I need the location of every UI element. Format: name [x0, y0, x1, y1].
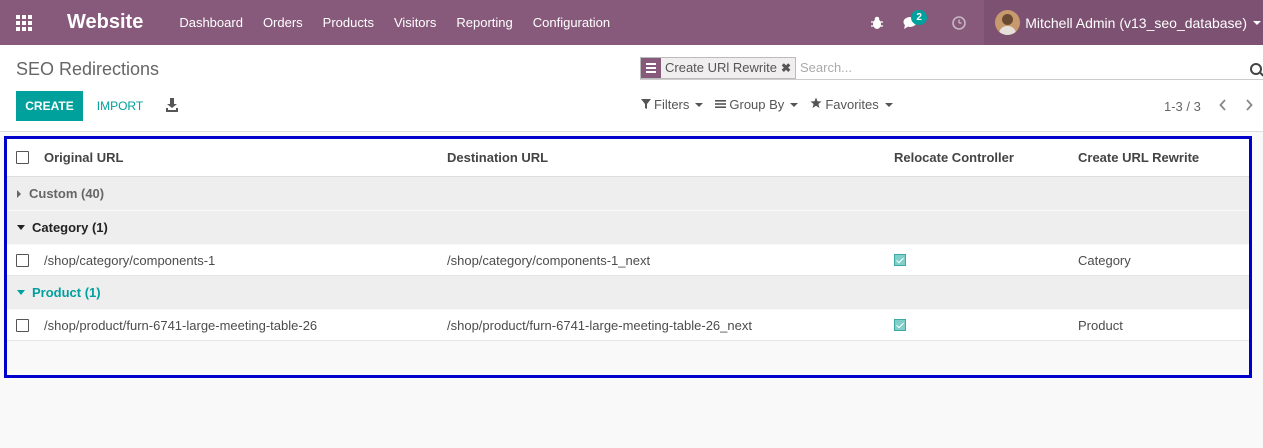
search-facet: Create URl Rewrite ✖ — [640, 56, 796, 79]
favorites-dropdown[interactable]: Favorites — [810, 97, 893, 112]
filters-label: Filters — [654, 97, 690, 112]
import-button[interactable]: IMPORT — [88, 91, 152, 121]
group-label: Custom (40) — [17, 186, 104, 201]
user-name: Mitchell Admin (v13_seo_database) — [1025, 14, 1247, 31]
download-icon[interactable] — [163, 95, 183, 115]
chevron-down-icon — [1253, 20, 1261, 25]
select-all-checkbox[interactable] — [16, 151, 29, 164]
caret-down-icon — [884, 102, 893, 107]
caret-down-icon — [695, 102, 704, 107]
messages-icon[interactable]: 2 — [894, 0, 928, 45]
list-bars-icon — [715, 98, 727, 112]
search-icon[interactable] — [1245, 59, 1263, 77]
row-checkbox[interactable] — [16, 253, 29, 267]
group-label: Product (1) — [17, 285, 101, 300]
original-url-cell: /shop/category/components-1 — [44, 252, 216, 268]
table-header: Original URL Destination URL Relocate Co… — [7, 139, 1249, 177]
page-title: SEO Redirections — [16, 59, 160, 79]
facet-remove-icon[interactable]: ✖ — [781, 58, 795, 78]
group-row-product[interactable]: Product (1) — [7, 276, 1249, 310]
destination-url-cell: /shop/category/components-1_next — [447, 252, 651, 268]
create-url-rewrite-cell: Category — [1078, 252, 1131, 268]
group-label-text: Product (1) — [32, 285, 101, 300]
group-label-text: Custom (40) — [29, 186, 105, 201]
activity-clock-icon[interactable] — [942, 0, 976, 45]
caret-down-icon — [17, 225, 25, 230]
column-header-destination-url[interactable]: Destination URL — [447, 150, 548, 165]
table-row[interactable]: /shop/product/furn-6741-large-meeting-ta… — [7, 310, 1249, 341]
relocate-controller-checkbox — [894, 319, 906, 331]
create-button[interactable]: CREATE — [16, 91, 83, 121]
facet-value: Create URl Rewrite — [665, 59, 777, 75]
column-header-original-url[interactable]: Original URL — [44, 150, 123, 165]
app-brand[interactable]: Website — [67, 11, 143, 34]
control-panel: SEO Redirections Create URl Rewrite ✖ CR… — [0, 45, 1263, 132]
top-navbar: Website Dashboard Orders Products Visito… — [0, 0, 1263, 45]
filter-funnel-icon — [641, 98, 651, 112]
apps-menu-icon[interactable] — [0, 0, 48, 45]
groupby-label: Group By — [729, 97, 785, 112]
column-header-create-url-rewrite[interactable]: Create URL Rewrite — [1078, 150, 1199, 165]
pager-value[interactable]: 1-3 / 3 — [1164, 99, 1201, 114]
destination-url-cell: /shop/product/furn-6741-large-meeting-ta… — [447, 317, 752, 333]
list-table: Original URL Destination URL Relocate Co… — [7, 139, 1249, 341]
caret-down-icon — [790, 102, 799, 107]
user-menu[interactable]: Mitchell Admin (v13_seo_database) — [984, 0, 1263, 45]
groupby-facet-icon — [641, 57, 661, 78]
messages-count-badge: 2 — [911, 10, 928, 25]
filters-dropdown[interactable]: Filters — [641, 97, 704, 112]
column-header-relocate-controller[interactable]: Relocate Controller — [894, 150, 1014, 165]
search-input[interactable] — [799, 60, 1245, 75]
group-row-custom[interactable]: Custom (40) — [7, 177, 1249, 211]
group-row-category[interactable]: Category (1) — [7, 211, 1249, 245]
search-view: Create URl Rewrite ✖ — [640, 56, 1263, 80]
create-url-rewrite-cell: Product — [1078, 317, 1123, 333]
debug-bug-icon[interactable] — [860, 0, 894, 45]
menu-item-visitors[interactable]: Visitors — [384, 0, 446, 45]
group-label-text: Category (1) — [32, 220, 108, 235]
favorites-label: Favorites — [825, 97, 879, 112]
menu-item-dashboard[interactable]: Dashboard — [169, 0, 253, 45]
caret-down-icon — [17, 290, 25, 295]
groupby-dropdown[interactable]: Group By — [715, 97, 799, 112]
avatar — [995, 10, 1021, 35]
caret-right-icon — [17, 189, 21, 198]
star-icon — [810, 97, 822, 112]
table-row[interactable]: /shop/category/components-1 /shop/catego… — [7, 245, 1249, 276]
row-checkbox[interactable] — [16, 318, 29, 332]
pager-next-icon[interactable] — [1239, 98, 1259, 115]
pager: 1-3 / 3 — [1164, 98, 1259, 115]
list-view-highlight: Original URL Destination URL Relocate Co… — [4, 136, 1252, 378]
menu-item-orders[interactable]: Orders — [253, 0, 313, 45]
menu-item-reporting[interactable]: Reporting — [446, 0, 522, 45]
search-options: Filters Group By Favorites — [641, 97, 905, 112]
pager-previous-icon[interactable] — [1213, 98, 1233, 115]
menu-item-configuration[interactable]: Configuration — [523, 0, 620, 45]
main-menu: Dashboard Orders Products Visitors Repor… — [169, 0, 620, 45]
menu-item-products[interactable]: Products — [313, 0, 384, 45]
original-url-cell: /shop/product/furn-6741-large-meeting-ta… — [44, 317, 318, 333]
relocate-controller-checkbox — [894, 254, 906, 266]
group-label: Category (1) — [17, 220, 108, 235]
